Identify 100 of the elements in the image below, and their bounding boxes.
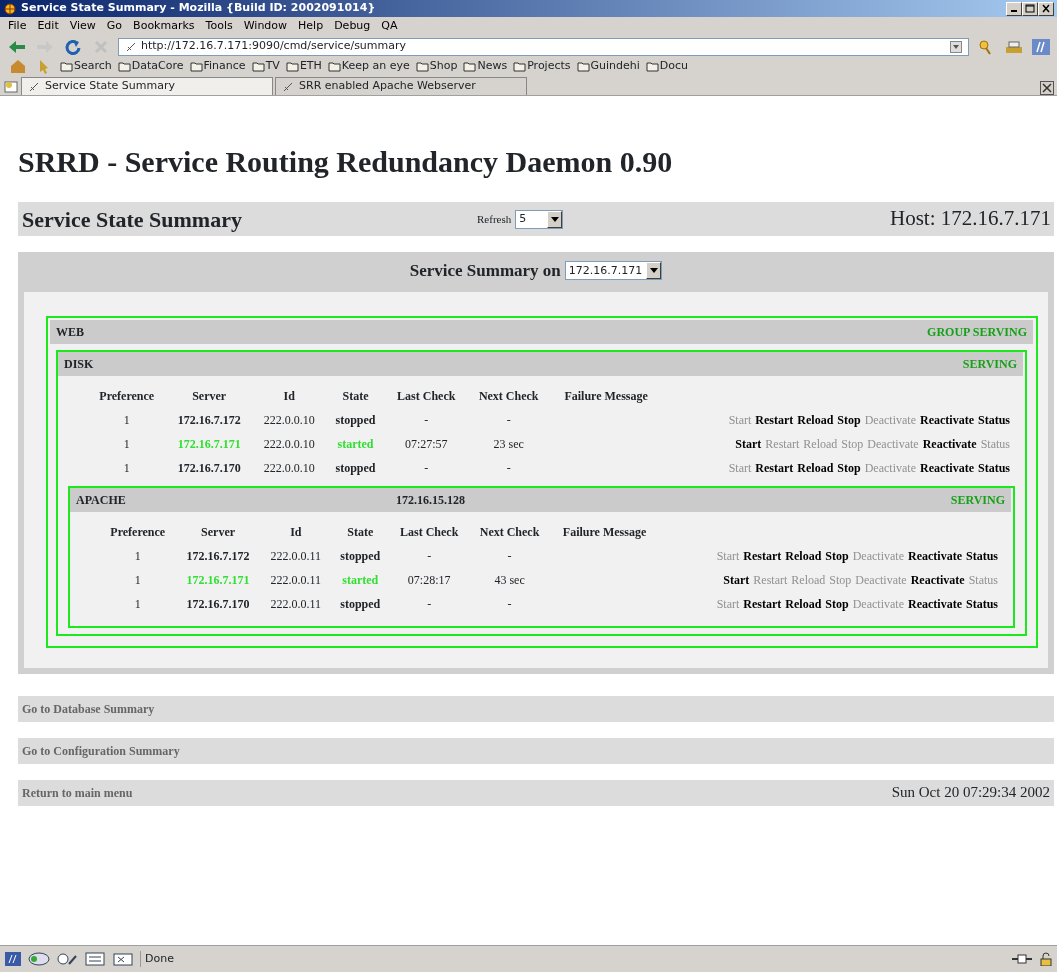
menu-item[interactable]: Edit [37,18,59,35]
state-cell-text: started [341,571,380,589]
action-link[interactable]: Restart [755,412,794,427]
dropdown-icon[interactable] [950,40,962,53]
bookmark-link[interactable]: Docu [645,57,689,75]
group-name: WEB [56,323,84,341]
action-link[interactable]: Start [735,436,762,451]
folder-icon [251,59,265,73]
action-link[interactable]: Stop [825,548,849,563]
menu-item[interactable]: QA [381,18,398,35]
refresh-label: Refresh [477,211,512,227]
url-text: http://172.16.7.171:9090/cmd/service/summary [141,38,408,55]
action-link[interactable]: Restart [755,460,794,475]
address-field[interactable]: http://172.16.7.171:9090/cmd/service/summary [118,37,969,56]
column-header: Preference [98,387,156,405]
state-cell-text: stopped [339,547,382,565]
action-link[interactable]: Status [978,412,1010,427]
bookmark-link[interactable]: Keep an eye [327,57,410,75]
bookmark-link[interactable]: DataCore [117,57,184,75]
table-cell-text: 23 sec [492,435,525,453]
action-link[interactable]: Reactivate [908,548,962,563]
server-cell-text: 172.16.7.171 [185,571,251,589]
table-cell-text: 1 [133,571,142,589]
menu-item[interactable]: Bookmarks [133,18,195,35]
bookmark-link[interactable]: Guindehi [576,57,640,75]
column-header: Failure Message [561,523,648,541]
table-cell-text: - [426,547,433,565]
action-link[interactable]: Stop [825,596,849,611]
browser-tab[interactable]: Service State Summary [21,77,273,95]
nav-link-text[interactable]: Return to main menu [22,783,133,802]
browser-tab[interactable]: SRR enabled Apache Webserver [275,77,527,95]
action-link[interactable]: Reload [785,596,822,611]
folder-icon [576,59,590,73]
menu-item[interactable]: File [8,18,27,35]
connection-icon [1011,952,1033,966]
action-link[interactable]: Reload [797,460,834,475]
nav-link-text[interactable]: Go to Configuration Summary [22,741,180,760]
page-icon [125,40,137,53]
action-link[interactable]: Stop [837,412,861,427]
table-cell-text: - [423,411,430,429]
refresh-select[interactable]: 5 [515,209,564,229]
bookmark-link[interactable]: Shop [415,57,458,75]
action-link[interactable]: Status [978,460,1010,475]
action-link[interactable]: Reload [785,548,822,563]
close-icon [1040,3,1052,14]
table-cell-text: 1 [133,595,142,613]
table-cell-text: 07:28:17 [406,571,452,589]
minimize-button[interactable] [1006,1,1022,16]
table-cell-text: 1 [122,459,131,477]
bookmark-link[interactable]: ETH [285,57,322,75]
bookmark-link[interactable]: TV [251,57,280,75]
action-link[interactable]: Reactivate [910,572,965,587]
menu-item[interactable]: Go [106,18,123,35]
status-text: Done [140,950,1005,968]
state-cell-text: stopped [334,459,377,477]
table-cell-text: - [423,459,430,477]
caret-icon [550,216,559,222]
server-cell-text: 172.16.7.170 [176,459,242,477]
action-link[interactable]: Start [723,572,750,587]
menu-item[interactable]: Debug [334,18,371,35]
menu-item[interactable]: Help [298,18,324,35]
action-link[interactable]: Reload [797,412,834,427]
close-tab-icon[interactable] [1040,81,1054,95]
host-select[interactable]: 172.16.7.171 [564,261,663,281]
table-cell-text: - [506,595,513,613]
caret-icon [649,268,658,274]
page-icon [28,80,40,93]
action-link[interactable]: Reactivate [908,596,962,611]
action-link[interactable]: Restart [743,596,782,611]
bookmark-link[interactable]: News [463,57,508,75]
action-link[interactable]: Stop [837,460,861,475]
close-button[interactable] [1038,1,1054,16]
action-link[interactable]: Reactivate [922,436,977,451]
bookmark-link[interactable]: Search [60,57,112,75]
menu-item[interactable]: Tools [205,18,233,35]
column-header: Failure Message [563,387,649,405]
folder-icon [513,59,527,73]
table-cell-text: - [426,595,433,613]
action-link[interactable]: Reactivate [920,412,974,427]
table-cell-text: 222.0.0.10 [262,435,316,453]
column-header: Last Check [399,523,460,541]
bookmark-link[interactable]: Projects [513,57,571,75]
server-cell-text: 172.16.7.171 [176,435,242,453]
minimize-icon [1011,9,1017,12]
maximize-button[interactable] [1022,1,1038,16]
action-link[interactable]: Status [966,548,998,563]
page-heading: SRRD - Service Routing Redundancy Daemon 0.90 [18,144,674,180]
bookmark-link[interactable]: Finance [189,57,246,75]
nav-link-text[interactable]: Go to Database Summary [22,699,155,718]
throbber-icon [1031,37,1051,56]
tab-list-icon[interactable] [3,79,19,95]
column-header: Server [200,523,237,541]
menu-item[interactable]: View [69,18,96,35]
action-link[interactable]: Reactivate [920,460,974,475]
action-link[interactable]: Restart [743,548,782,563]
menu-item[interactable]: Window [243,18,288,35]
service-name: APACHE [76,491,127,509]
action-link[interactable]: Status [966,596,998,611]
navigator-icon[interactable] [4,951,22,967]
folder-icon [327,59,341,73]
